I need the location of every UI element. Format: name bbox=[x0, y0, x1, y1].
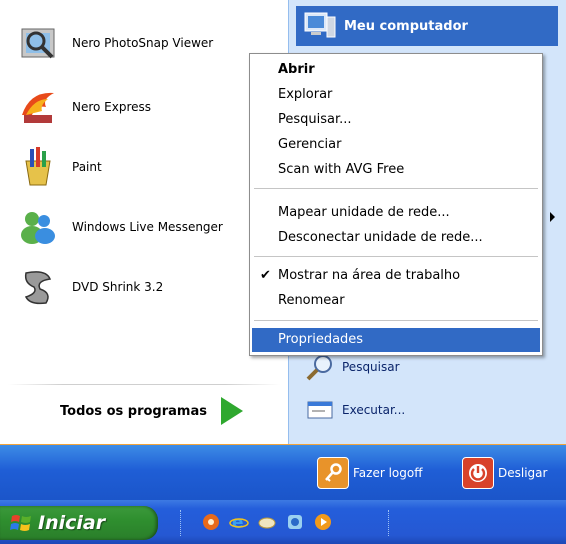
computer-icon bbox=[302, 10, 338, 42]
all-programs-button[interactable]: Todos os programas bbox=[60, 397, 243, 425]
run-label: Executar... bbox=[342, 403, 406, 417]
program-paint[interactable]: Paint bbox=[12, 138, 282, 196]
menu-separator bbox=[254, 320, 538, 321]
context-menu: Abrir Explorar Pesquisar... Gerenciar Sc… bbox=[249, 53, 543, 356]
submenu-arrow-icon bbox=[550, 212, 555, 222]
logoff-label: Fazer logoff bbox=[353, 466, 423, 480]
logoff-button[interactable]: Fazer logoff bbox=[317, 457, 423, 489]
menu-item-label: Mostrar na área de trabalho bbox=[278, 268, 461, 283]
program-label: Nero PhotoSnap Viewer bbox=[72, 36, 214, 50]
svg-text:e: e bbox=[232, 513, 244, 532]
nero-express-icon bbox=[12, 81, 64, 133]
messenger-icon bbox=[12, 201, 64, 253]
menu-item-scan-avg[interactable]: Scan with AVG Free bbox=[252, 158, 540, 182]
checkmark-icon: ✔ bbox=[260, 268, 271, 283]
program-label: Nero Express bbox=[72, 100, 152, 114]
internet-explorer-icon[interactable]: e bbox=[228, 511, 250, 533]
menu-item-map-network-drive[interactable]: Mapear unidade de rede... bbox=[252, 201, 540, 225]
menu-separator bbox=[254, 256, 538, 257]
search-label: Pesquisar bbox=[342, 360, 400, 374]
menu-item-rename[interactable]: Renomear bbox=[252, 289, 540, 313]
shutdown-label: Desligar bbox=[498, 466, 548, 480]
program-label: DVD Shrink 3.2 bbox=[72, 280, 164, 294]
search-item[interactable]: Pesquisar bbox=[304, 353, 400, 381]
dvd-shrink-icon bbox=[12, 261, 64, 313]
orange-app-icon[interactable] bbox=[200, 511, 222, 533]
media-icon[interactable] bbox=[284, 511, 306, 533]
start-label: Iniciar bbox=[38, 512, 106, 534]
run-icon bbox=[304, 396, 336, 424]
menu-item-explore[interactable]: Explorar bbox=[252, 83, 540, 107]
menu-item-properties[interactable]: Propriedades bbox=[252, 328, 540, 352]
paint-icon bbox=[12, 141, 64, 193]
run-item[interactable]: Executar... bbox=[304, 396, 405, 424]
start-menu-program-list: Nero PhotoSnap Viewer Nero Express Paint bbox=[0, 0, 288, 444]
start-menu-footer: Fazer logoff Desligar bbox=[0, 444, 566, 501]
nero-photosnap-icon bbox=[12, 17, 64, 69]
program-windows-live-messenger[interactable]: Windows Live Messenger bbox=[12, 198, 282, 256]
shutdown-button[interactable]: Desligar bbox=[462, 457, 547, 489]
program-dvd-shrink[interactable]: DVD Shrink 3.2 bbox=[12, 258, 282, 316]
my-computer-label: Meu computador bbox=[344, 18, 468, 34]
program-label: Paint bbox=[72, 160, 102, 174]
menu-item-search[interactable]: Pesquisar... bbox=[252, 108, 540, 132]
my-computer-item[interactable]: Meu computador bbox=[296, 6, 558, 46]
media-player-icon[interactable] bbox=[312, 511, 334, 533]
windows-flag-icon bbox=[10, 512, 32, 534]
divider bbox=[8, 384, 280, 385]
all-programs-label: Todos os programas bbox=[60, 403, 207, 419]
menu-item-show-on-desktop[interactable]: ✔ Mostrar na área de trabalho bbox=[252, 264, 540, 288]
program-nero-express[interactable]: Nero Express bbox=[12, 78, 282, 136]
program-label: Windows Live Messenger bbox=[72, 220, 223, 234]
green-arrow-icon bbox=[220, 397, 243, 425]
quick-launch: e bbox=[200, 511, 340, 533]
menu-item-disconnect-network-drive[interactable]: Desconectar unidade de rede... bbox=[252, 226, 540, 250]
menu-item-open[interactable]: Abrir bbox=[252, 58, 540, 82]
power-icon bbox=[462, 457, 494, 489]
toolbar-grip[interactable] bbox=[388, 510, 391, 536]
program-nero-photosnap[interactable]: Nero PhotoSnap Viewer bbox=[12, 14, 282, 72]
menu-separator bbox=[254, 188, 538, 189]
messenger-icon[interactable] bbox=[256, 511, 278, 533]
search-icon bbox=[304, 353, 336, 381]
key-icon bbox=[317, 457, 349, 489]
toolbar-grip[interactable] bbox=[180, 510, 183, 536]
menu-item-manage[interactable]: Gerenciar bbox=[252, 133, 540, 157]
start-button[interactable]: Iniciar bbox=[0, 506, 158, 540]
taskbar: Iniciar e bbox=[0, 500, 566, 544]
